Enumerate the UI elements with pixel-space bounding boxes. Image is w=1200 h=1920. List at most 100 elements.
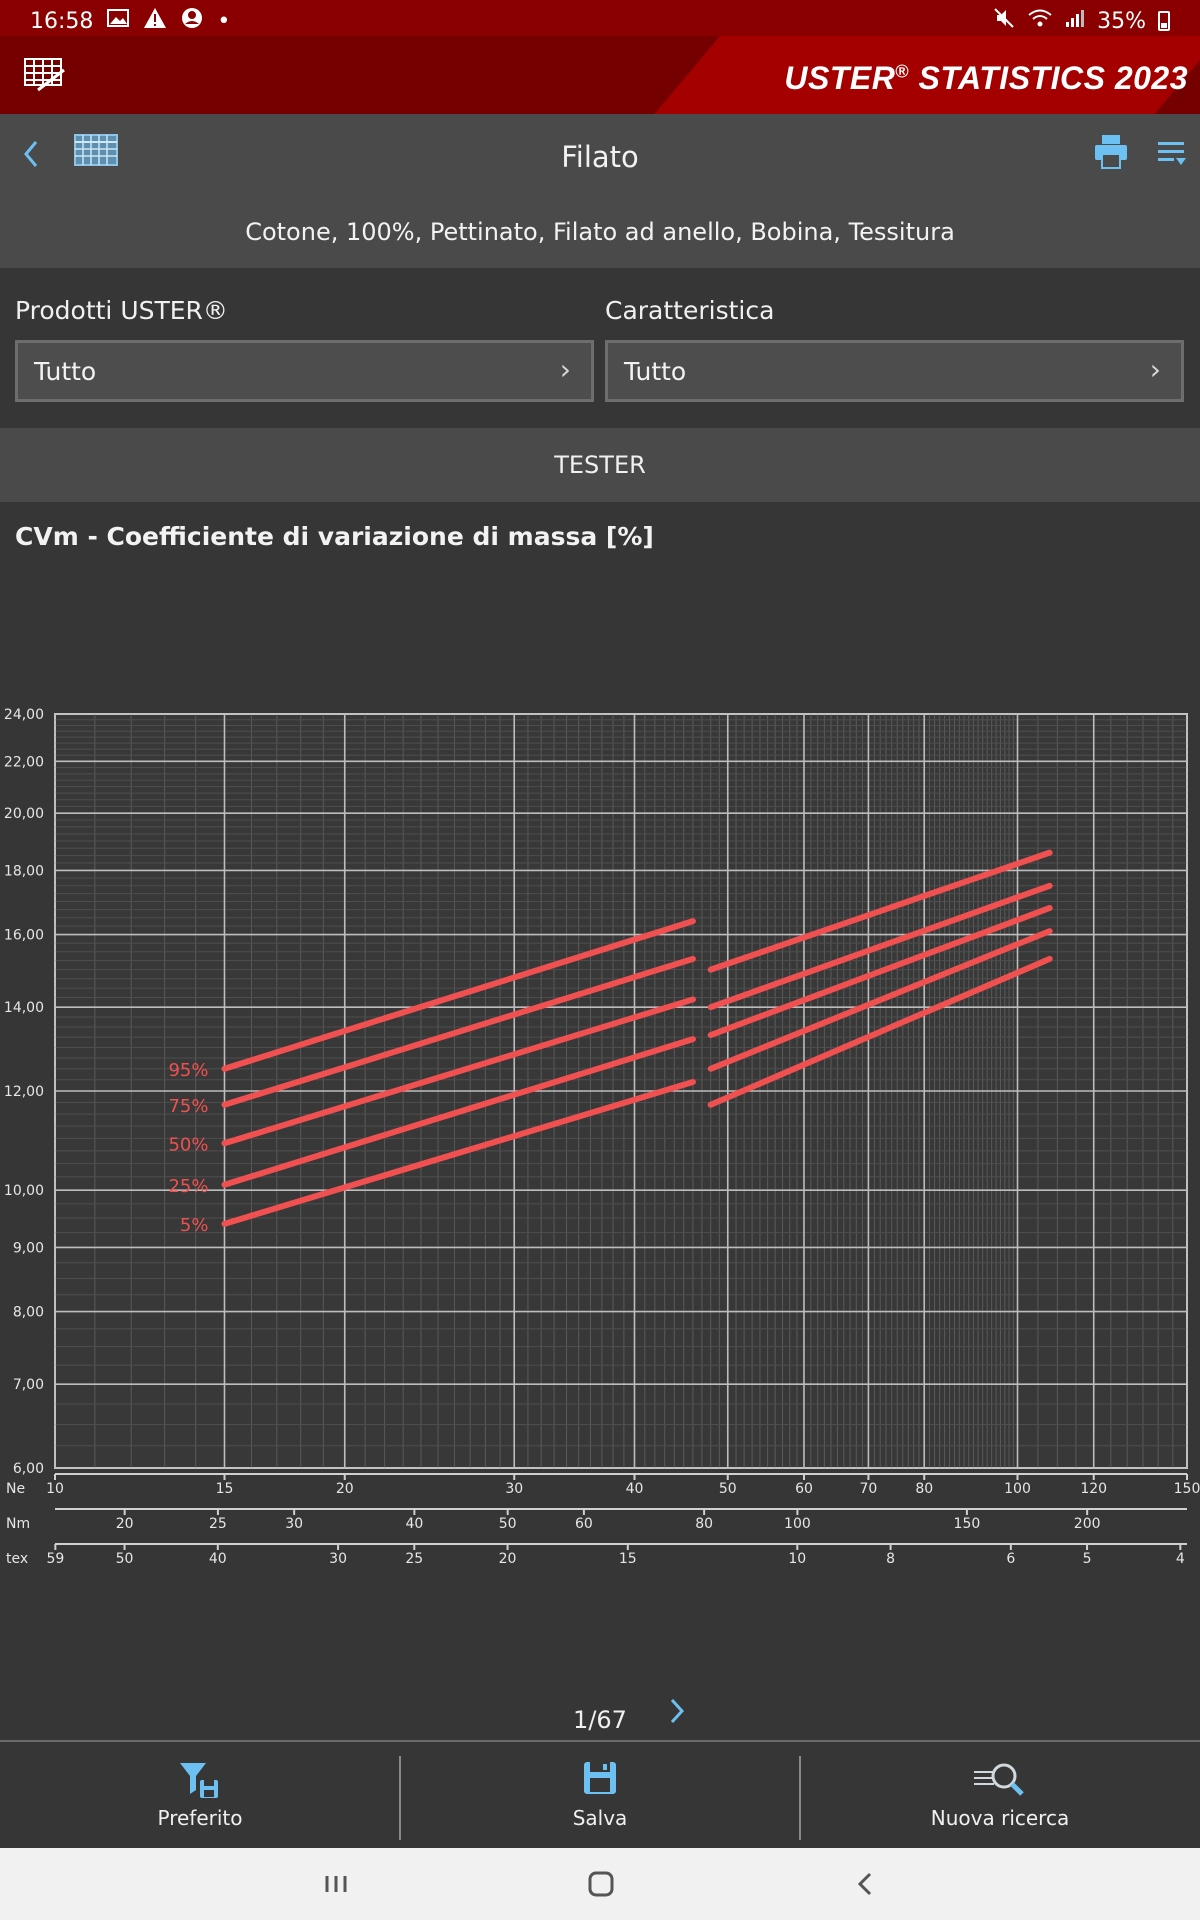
new-search-button[interactable]: Nuova ricerca (800, 1742, 1200, 1848)
app-screen: 16:58 • 35% USTER® STATISTICS 2023 Filat… (0, 0, 1200, 1920)
save-button[interactable]: Salva (400, 1742, 800, 1848)
tester-button[interactable]: TESTER (0, 428, 1200, 502)
x-tick-label: 70 (860, 1481, 878, 1497)
products-select[interactable]: Tutto › (15, 340, 594, 402)
x-tick-label: 59 (46, 1551, 64, 1567)
filter-save-icon (0, 1760, 400, 1800)
yarn-description: Cotone, 100%, Pettinato, Filato ad anell… (0, 196, 1200, 268)
favorite-label: Preferito (157, 1806, 243, 1830)
x-tick-label: 80 (695, 1516, 713, 1532)
x-tick-label: 200 (1074, 1516, 1101, 1532)
brand-product: STATISTICS 2023 (918, 60, 1188, 96)
products-label: Prodotti USTER® (15, 296, 228, 325)
axis-name-nm: Nm (6, 1516, 30, 1532)
brand-logo: USTER® STATISTICS 2023 (784, 60, 1188, 97)
x-tick-label: 50 (719, 1481, 737, 1497)
brand-reg: ® (895, 61, 910, 82)
products-value: Tutto (34, 357, 97, 386)
y-tick-label: 16,00 (4, 928, 44, 944)
x-tick-label: 15 (619, 1551, 637, 1567)
app-menu-icon[interactable] (24, 56, 66, 92)
characteristic-value: Tutto (624, 357, 687, 386)
x-tick-label: 80 (915, 1481, 933, 1497)
signal-icon (1065, 8, 1085, 34)
series-label: 95% (168, 1060, 208, 1081)
axis-name-ne: Ne (6, 1481, 25, 1497)
wifi-icon (1027, 8, 1053, 34)
back-icon[interactable] (850, 1864, 880, 1904)
x-tick-label: 150 (954, 1516, 981, 1532)
x-tick-label: 20 (499, 1551, 517, 1567)
series-label: 25% (168, 1176, 208, 1197)
bottom-toolbar: Preferito Salva Nuova ricerca (0, 1740, 1200, 1848)
x-tick-label: 30 (329, 1551, 347, 1567)
nav-bar: Filato (0, 114, 1200, 196)
y-tick-label: 12,00 (4, 1084, 44, 1100)
save-label: Salva (572, 1806, 628, 1830)
x-tick-label: 100 (784, 1516, 811, 1532)
series-label: 75% (168, 1096, 208, 1117)
axis-name-tex: tex (6, 1551, 28, 1567)
cvm-chart: 24,00 22,00 20,00 18,00 16,00 14,00 12,00 10,00… (4, 707, 1200, 1567)
sort-menu-icon[interactable] (1156, 138, 1188, 170)
characteristic-label: Caratteristica (605, 296, 775, 325)
dot-icon: • (217, 8, 231, 34)
x-tick-label: 150 (1174, 1481, 1200, 1497)
home-icon[interactable] (586, 1864, 616, 1904)
y-tick-label: 9,00 (13, 1240, 44, 1256)
x-tick-label: 50 (116, 1551, 134, 1567)
x-tick-label: 40 (209, 1551, 227, 1567)
y-tick-label: 24,00 (4, 707, 44, 723)
x-tick-label: 4 (1176, 1551, 1185, 1567)
x-tick-label: 5 (1083, 1551, 1092, 1567)
x-tick-label: 100 (1004, 1481, 1031, 1497)
pager-label: 1/67 (573, 1706, 627, 1734)
x-tick-label: 25 (209, 1516, 227, 1532)
chart-title: CVm - Coefficiente di variazione di mass… (15, 522, 654, 551)
app-header: 16:58 • 35% USTER® STATISTICS 2023 (0, 0, 1200, 114)
y-tick-label: 14,00 (4, 1000, 44, 1016)
y-tick-label: 20,00 (4, 806, 44, 822)
x-tick-label: 60 (575, 1516, 593, 1532)
x-tick-label: 20 (116, 1516, 134, 1532)
y-tick-label: 10,00 (4, 1183, 44, 1199)
chevron-right-icon: › (1149, 353, 1161, 386)
x-tick-label: 50 (499, 1516, 517, 1532)
y-tick-label: 18,00 (4, 863, 44, 879)
y-tick-label: 22,00 (4, 754, 44, 770)
x-tick-label: 10 (788, 1551, 806, 1567)
save-icon (400, 1760, 800, 1800)
x-tick-label: 25 (405, 1551, 423, 1567)
status-time: 16:58 (30, 8, 94, 34)
series-label: 5% (180, 1215, 209, 1236)
x-tick-label: 30 (285, 1516, 303, 1532)
battery-text: 35% (1097, 8, 1146, 34)
y-tick-label: 8,00 (13, 1305, 44, 1321)
x-tick-label: 30 (505, 1481, 523, 1497)
x-tick-label: 40 (405, 1516, 423, 1532)
recent-apps-icon[interactable] (322, 1864, 352, 1904)
characteristic-select[interactable]: Tutto › (605, 340, 1184, 402)
y-tick-label: 7,00 (13, 1377, 44, 1393)
new-search-icon (800, 1760, 1200, 1800)
account-icon (181, 7, 203, 35)
chevron-right-icon: › (559, 353, 571, 386)
series-label: 50% (168, 1134, 208, 1155)
x-tick-label: 8 (886, 1551, 895, 1567)
x-tick-label: 20 (336, 1481, 354, 1497)
x-tick-label: 10 (46, 1481, 64, 1497)
next-page-icon[interactable] (666, 1694, 690, 1736)
warning-icon (143, 7, 167, 35)
print-icon[interactable] (1094, 134, 1128, 170)
page-title: Filato (561, 140, 639, 174)
x-tick-label: 120 (1080, 1481, 1107, 1497)
x-tick-label: 60 (795, 1481, 813, 1497)
favorite-button[interactable]: Preferito (0, 1742, 400, 1848)
status-bar-left: 16:58 • (30, 6, 230, 36)
filter-panel: Prodotti USTER® Tutto › Caratteristica T… (0, 268, 1200, 428)
status-bar-right: 35% (993, 6, 1170, 36)
mute-icon (993, 7, 1015, 35)
gallery-icon (107, 8, 130, 34)
x-tick-label: 15 (216, 1481, 234, 1497)
x-tick-label: 6 (1006, 1551, 1015, 1567)
